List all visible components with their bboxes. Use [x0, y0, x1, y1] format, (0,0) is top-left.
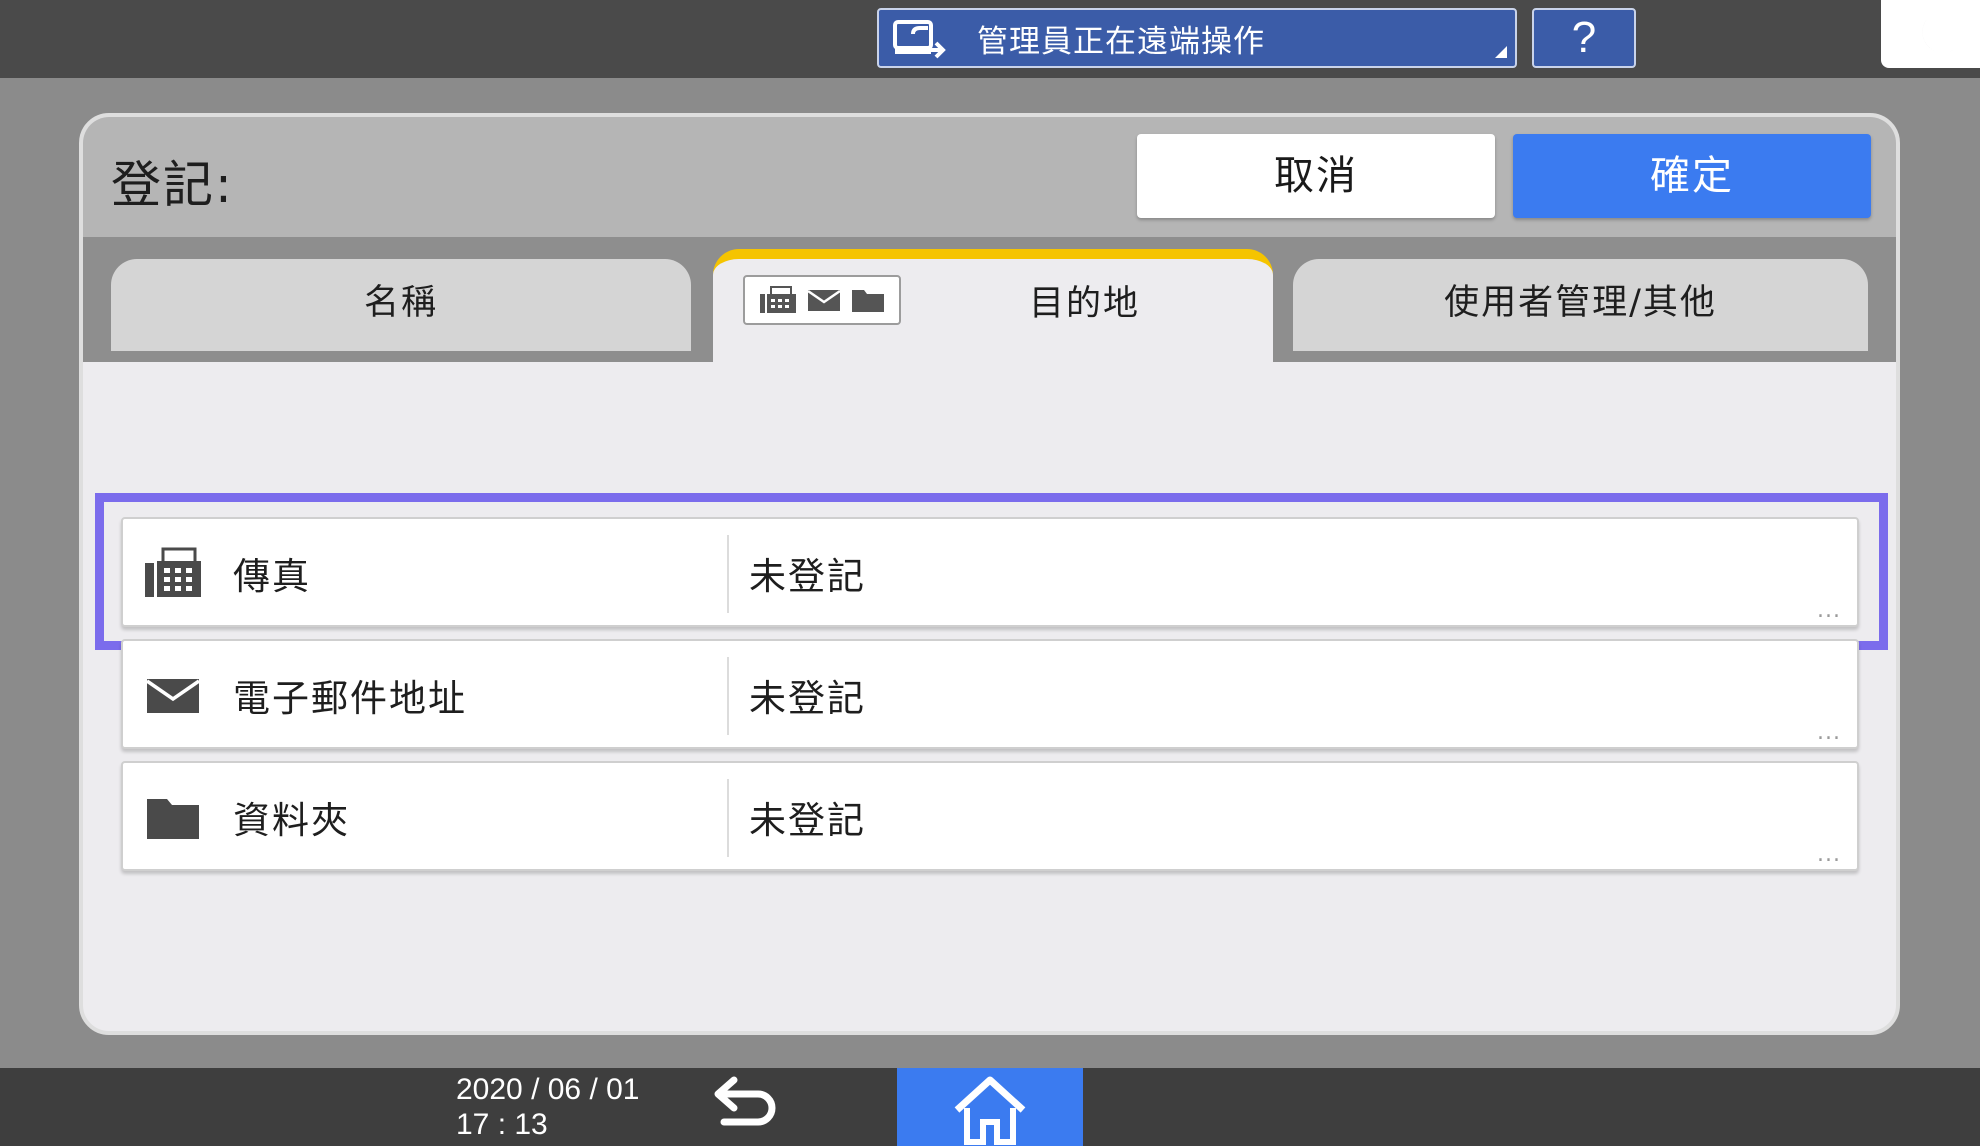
cancel-button[interactable]: 取消 [1137, 134, 1495, 218]
copier-screen: 管理員正在遠端操作 ? 登記: 取消 確定 名稱 目的地 使用者管理/其他 傳真… [0, 0, 1980, 1146]
home-button[interactable] [897, 1068, 1083, 1146]
back-arrow-icon [714, 1076, 776, 1126]
remote-operation-icon [893, 20, 946, 59]
more-indicator: ... [1817, 598, 1841, 623]
registration-panel: 登記: 取消 確定 名稱 目的地 使用者管理/其他 傳真 未登記 ... 電子郵… [79, 113, 1900, 1035]
more-indicator: ... [1817, 842, 1841, 867]
moon-icon [1922, 14, 1953, 53]
mail-icon [807, 289, 841, 311]
mail-icon [146, 679, 200, 713]
row-label: 資料夾 [233, 799, 350, 842]
tab-user-management[interactable]: 使用者管理/其他 [1293, 259, 1868, 351]
ok-button[interactable]: 確定 [1513, 134, 1871, 218]
row-label: 電子郵件地址 [233, 677, 467, 720]
folder-icon [852, 290, 884, 312]
list-item-fax[interactable]: 傳真 未登記 ... [121, 517, 1859, 627]
destination-type-icons [743, 275, 901, 325]
dropdown-corner-icon [1495, 46, 1507, 58]
list-item-folder[interactable]: 資料夾 未登記 ... [121, 761, 1859, 871]
time-text: 17 : 13 [456, 1108, 548, 1141]
row-value: 未登記 [749, 555, 866, 598]
tab-strip: 名稱 目的地 使用者管理/其他 [83, 237, 1896, 362]
remote-operation-banner[interactable]: 管理員正在遠端操作 [877, 8, 1517, 68]
row-label: 傳真 [233, 555, 311, 598]
status-bar: 管理員正在遠端操作 ? [0, 0, 1980, 78]
fax-icon [760, 286, 796, 313]
sleep-button[interactable] [1881, 0, 1980, 68]
date-time-display: 2020 / 06 / 01 17 : 13 [456, 1072, 640, 1142]
row-value: 未登記 [749, 677, 866, 720]
page-title: 登記: [111, 156, 234, 214]
fax-icon [145, 547, 201, 597]
home-icon [954, 1076, 1026, 1145]
divider [727, 779, 729, 857]
panel-header: 登記: 取消 確定 [83, 117, 1896, 237]
bottom-bar: 2020 / 06 / 01 17 : 13 [0, 1068, 1980, 1146]
date-text: 2020 / 06 / 01 [456, 1073, 640, 1106]
row-value: 未登記 [749, 799, 866, 842]
help-button[interactable]: ? [1532, 8, 1636, 68]
back-button[interactable] [700, 1072, 790, 1142]
divider [727, 657, 729, 735]
folder-icon [147, 799, 199, 839]
tab-name[interactable]: 名稱 [111, 259, 691, 351]
divider [727, 535, 729, 613]
more-indicator: ... [1817, 720, 1841, 745]
list-item-email[interactable]: 電子郵件地址 未登記 ... [121, 639, 1859, 749]
remote-banner-text: 管理員正在遠端操作 [977, 23, 1265, 60]
tab-destination[interactable]: 目的地 [713, 249, 1273, 362]
tab-destination-label: 目的地 [1029, 284, 1141, 324]
